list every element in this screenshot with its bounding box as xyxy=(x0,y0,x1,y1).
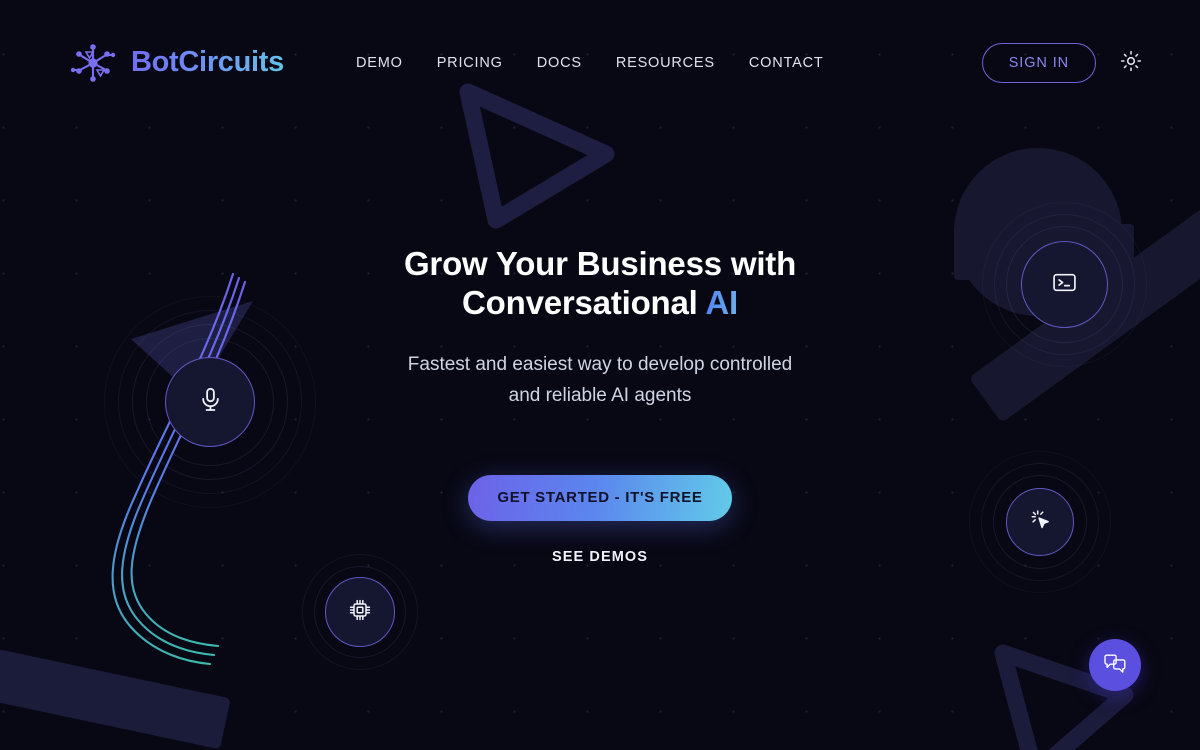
sign-in-button[interactable]: SIGN IN xyxy=(981,42,1096,83)
nav-item-resources[interactable]: RESOURCES xyxy=(616,55,715,71)
brand-name: BotCircuits xyxy=(131,46,284,78)
microphone-icon xyxy=(197,386,224,418)
headline-line-2: Conversational xyxy=(462,284,706,322)
decor-flow-lines xyxy=(90,270,320,670)
terminal-icon xyxy=(1052,270,1077,300)
feature-orb-chip[interactable] xyxy=(325,577,395,647)
feature-orb-microphone[interactable] xyxy=(165,357,255,447)
nav-item-demo[interactable]: DEMO xyxy=(356,55,403,71)
headline-line-1: Grow Your Business with xyxy=(403,245,797,282)
feature-orb-click[interactable] xyxy=(1006,488,1074,556)
brand-logo[interactable]: BotCircuits xyxy=(68,39,284,87)
theme-toggle-button[interactable] xyxy=(1118,50,1144,76)
nav-item-contact[interactable]: CONTACT xyxy=(749,55,824,71)
circuit-node-icon xyxy=(68,39,118,87)
feature-orb-terminal[interactable] xyxy=(1021,241,1108,328)
header-actions: SIGN IN xyxy=(981,42,1144,83)
headline-accent: AI xyxy=(705,284,738,322)
get-started-button[interactable]: GET STARTED - IT'S FREE xyxy=(468,474,732,521)
chat-bubbles-icon xyxy=(1102,652,1128,679)
cpu-chip-icon xyxy=(348,598,372,627)
hero-subheadline: Fastest and easiest way to develop contr… xyxy=(407,353,793,407)
cursor-click-icon xyxy=(1029,508,1052,536)
site-header: BotCircuits DEMO PRICING DOCS RESOURCES … xyxy=(0,0,1200,125)
see-demos-button[interactable]: SEE DEMOS xyxy=(552,549,648,565)
nav-item-pricing[interactable]: PRICING xyxy=(437,55,503,71)
main-navigation: DEMO PRICING DOCS RESOURCES CONTACT xyxy=(356,55,824,71)
page-title: Grow Your Business with Conversational A… xyxy=(404,244,796,323)
sun-icon xyxy=(1120,50,1142,75)
nav-item-docs[interactable]: DOCS xyxy=(537,55,582,71)
chat-widget-button[interactable] xyxy=(1089,639,1141,691)
decor-triangle-bottom-right xyxy=(985,625,1185,750)
